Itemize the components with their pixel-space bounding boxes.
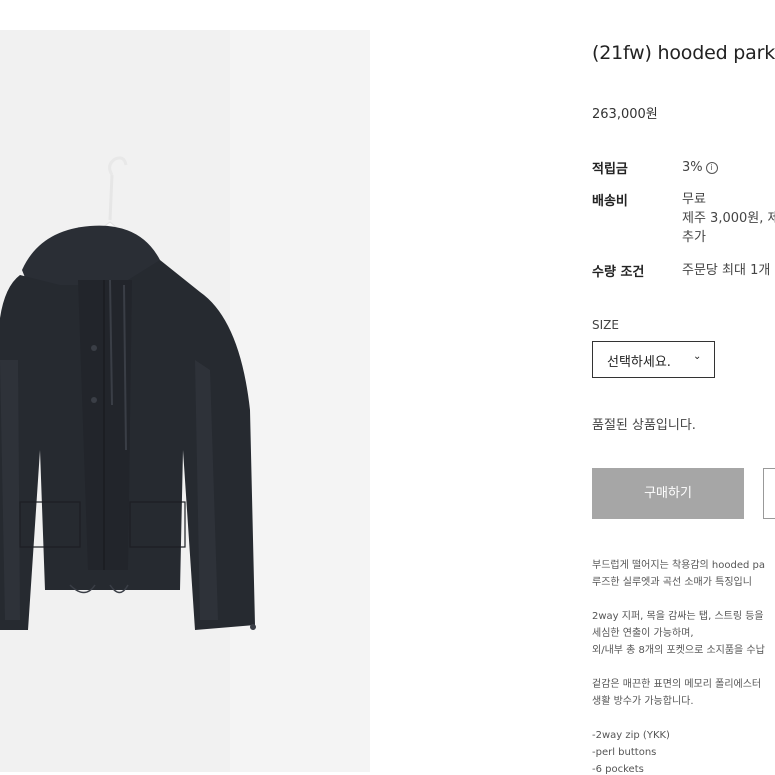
soldout-notice: 품절된 상품입니다. [592,418,696,433]
size-select[interactable]: 선택하세요. ⌄ [592,341,715,378]
description-line: 외/내부 총 8개의 포켓으로 소지품을 수납 [592,645,765,656]
description-line: -6 pockets [592,764,644,775]
product-description: 부드럽게 떨어지는 착용감의 hooded pa 루즈한 실루엣과 곡선 소매가 … [592,557,765,775]
description-line: 생활 방수가 가능합니다. [592,696,694,707]
points-value: 3% [682,160,703,175]
description-line: 세심한 연출이 가능하며, [592,628,694,639]
points-value-wrap: 3% i [682,158,718,177]
size-label: SIZE [592,318,619,332]
shipping-line-2: 제주 3,000원, 제 [682,211,775,226]
shipping-value: 무료 제주 3,000원, 제 추가 [682,190,775,247]
jacket-photo-graphic: 무료 [0,30,370,772]
description-line [592,591,765,608]
points-label: 적립금 [592,162,628,177]
shipping-line-1: 무료 [682,192,706,207]
description-line: 부드럽게 떨어지는 착용감의 hooded pa [592,560,766,571]
description-line [592,659,765,676]
quantity-value: 주문당 최대 1개 [682,263,771,278]
size-select-value: 선택하세요. [607,355,671,370]
shipping-line-3: 추가 [682,230,706,245]
description-line: 루즈한 실루엣과 곡선 소매가 특징입니 [592,577,752,588]
product-detail-panel: (21fw) hooded parka 263,000원 적립금 3% i 배송비… [592,0,775,775]
buy-button[interactable]: 구매하기 [592,468,744,519]
description-line: 2way 지퍼, 목을 감싸는 탭, 스트링 등을 [592,611,764,622]
chevron-down-icon: ⌄ [693,351,702,362]
quantity-label: 수량 조건 [592,265,645,280]
product-image: 무료 [0,30,370,772]
description-line: -2way zip (YKK) [592,730,670,741]
secondary-action-button[interactable] [763,468,775,519]
shipping-label: 배송비 [592,194,628,209]
product-title: (21fw) hooded parka [592,42,775,64]
info-icon[interactable]: i [705,162,718,174]
description-line: 겉감은 매끈한 표면의 메모리 폴리에스터 [592,679,762,690]
description-line: -perl buttons [592,747,657,758]
description-line [592,710,765,727]
product-price: 263,000원 [592,107,658,122]
